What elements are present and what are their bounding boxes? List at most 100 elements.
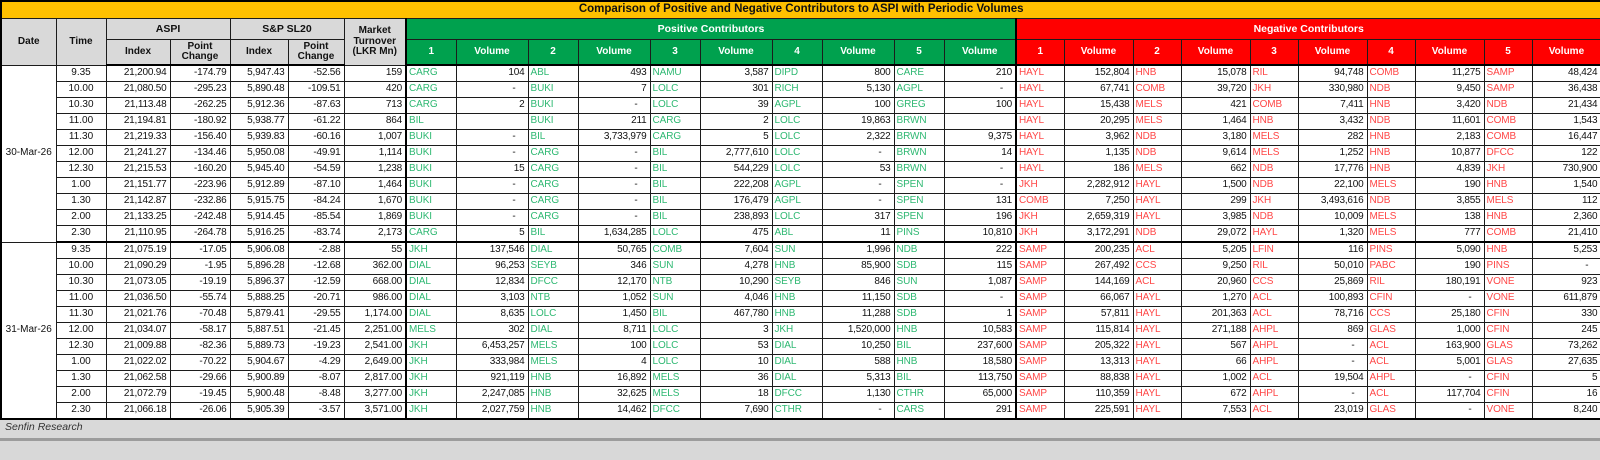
- positive-ticker-cell: MELS: [528, 355, 578, 371]
- negative-volume-cell: 1,252: [1298, 146, 1367, 162]
- negative-ticker-cell: NDB: [1250, 162, 1298, 178]
- time-cell: 1.00: [56, 178, 106, 194]
- positive-volume-cell: 7: [578, 82, 650, 98]
- positive-ticker-cell: BUKI: [528, 114, 578, 130]
- table-row: 2.3021,066.18-26.065,905.39-3.573,571.00…: [1, 403, 1600, 420]
- positive-ticker-cell: GREG: [894, 98, 944, 114]
- negative-volume-cell: 25,869: [1298, 275, 1367, 291]
- positive-volume-cell: 14,462: [578, 403, 650, 420]
- positive-ticker-cell: LOLC: [772, 130, 822, 146]
- positive-volume-cell: 16,892: [578, 371, 650, 387]
- negative-ticker-cell: CCS: [1367, 307, 1415, 323]
- negative-ticker-cell: DFCC: [1484, 146, 1532, 162]
- negative-volume-cell: 190: [1415, 259, 1484, 275]
- positive-volume-cell: 1,087: [944, 275, 1016, 291]
- negative-volume-cell: 5,205: [1181, 242, 1250, 259]
- date-label: 31-Mar-26: [1, 242, 56, 419]
- negative-volume-2: Volume: [1181, 40, 1250, 66]
- negative-ticker-cell: ACL: [1133, 275, 1181, 291]
- positive-volume-cell: 10,290: [700, 275, 772, 291]
- positive-ticker-cell: DIAL: [772, 339, 822, 355]
- positive-volume-cell: 50,765: [578, 242, 650, 259]
- negative-volume-cell: 205,322: [1064, 339, 1133, 355]
- aspi-index-cell: 21,034.07: [106, 323, 170, 339]
- negative-volume-cell: 7,411: [1298, 98, 1367, 114]
- positive-volume-cell: -: [822, 194, 894, 210]
- positive-volume-cell: 467,780: [700, 307, 772, 323]
- negative-ticker-cell: JKH: [1250, 194, 1298, 210]
- negative-ticker-cell: SAMP: [1484, 82, 1532, 98]
- positive-ticker-cell: LOLC: [528, 307, 578, 323]
- negative-ticker-cell: JKH: [1016, 178, 1064, 194]
- negative-ticker-cell: HNB: [1367, 98, 1415, 114]
- negative-volume-cell: 50,010: [1298, 259, 1367, 275]
- negative-ticker-cell: NDB: [1250, 210, 1298, 226]
- negative-volume-cell: 112: [1532, 194, 1600, 210]
- col-header-sp-change: Point Change: [288, 40, 344, 66]
- positive-volume-cell: 238,893: [700, 210, 772, 226]
- negative-volume-cell: 4,839: [1415, 162, 1484, 178]
- negative-ticker-cell: SAMP: [1016, 259, 1064, 275]
- negative-ticker-cell: HAYL: [1133, 178, 1181, 194]
- col-header-turnover: Market Turnover (LKR Mn): [344, 19, 406, 66]
- negative-ticker-cell: HAYL: [1133, 194, 1181, 210]
- negative-ticker-cell: ACL: [1133, 242, 1181, 259]
- negative-volume-cell: 299: [1181, 194, 1250, 210]
- positive-volume-cell: 53: [700, 339, 772, 355]
- sp-index-cell: 5,912.89: [230, 178, 288, 194]
- positive-volume-cell: -: [944, 82, 1016, 98]
- positive-volume-cell: 176,479: [700, 194, 772, 210]
- positive-ticker-cell: SDB: [894, 291, 944, 307]
- negative-volume-cell: 3,855: [1415, 194, 1484, 210]
- positive-volume-cell: -: [578, 146, 650, 162]
- sp-index-cell: 5,889.73: [230, 339, 288, 355]
- positive-ticker-cell: DIAL: [406, 307, 456, 323]
- time-cell: 10.00: [56, 259, 106, 275]
- time-cell: 12.30: [56, 162, 106, 178]
- positive-volume-cell: 301: [700, 82, 772, 98]
- positive-ticker-cell: DIAL: [528, 323, 578, 339]
- positive-volume-cell: -: [822, 178, 894, 194]
- negative-ticker-cell: VONE: [1484, 403, 1532, 420]
- sp-index-cell: 5,904.67: [230, 355, 288, 371]
- sp-index-cell: 5,906.08: [230, 242, 288, 259]
- negative-ticker-cell: MELS: [1367, 226, 1415, 243]
- positive-volume-cell: 11,150: [822, 291, 894, 307]
- positive-volume-cell: -: [578, 210, 650, 226]
- aspi-point-change-cell: -19.19: [170, 275, 230, 291]
- aspi-point-change-cell: -82.36: [170, 339, 230, 355]
- positive-rank-1: 1: [406, 40, 456, 66]
- negative-volume-cell: 13,313: [1064, 355, 1133, 371]
- positive-ticker-cell: LOLC: [650, 355, 700, 371]
- positive-ticker-cell: BUKI: [406, 130, 456, 146]
- negative-volume-cell: 11,275: [1415, 65, 1484, 82]
- sp-index-cell: 5,887.51: [230, 323, 288, 339]
- negative-ticker-cell: HNB: [1367, 130, 1415, 146]
- negative-ticker-cell: COMB: [1367, 65, 1415, 82]
- negative-volume-cell: 869: [1298, 323, 1367, 339]
- positive-ticker-cell: LOLC: [650, 82, 700, 98]
- negative-volume-cell: 245: [1532, 323, 1600, 339]
- aspi-index-cell: 21,009.88: [106, 339, 170, 355]
- negative-ticker-cell: HAYL: [1016, 114, 1064, 130]
- positive-ticker-cell: LOLC: [650, 339, 700, 355]
- positive-ticker-cell: BUKI: [406, 210, 456, 226]
- table-row: 1.3021,142.87-232.865,915.75-84.241,670B…: [1, 194, 1600, 210]
- positive-ticker-cell: LOLC: [650, 226, 700, 243]
- positive-volume-cell: -: [578, 98, 650, 114]
- negative-ticker-cell: HAYL: [1016, 162, 1064, 178]
- sp-index-cell: 5,947.43: [230, 65, 288, 82]
- positive-volume-cell: 96,253: [456, 259, 528, 275]
- sp-index-cell: 5,890.48: [230, 82, 288, 98]
- positive-volume-cell: 2: [456, 98, 528, 114]
- positive-ticker-cell: LOLC: [650, 323, 700, 339]
- negative-ticker-cell: SAMP: [1016, 403, 1064, 420]
- negative-ticker-cell: VONE: [1484, 291, 1532, 307]
- negative-volume-cell: 5,253: [1532, 242, 1600, 259]
- negative-volume-cell: 3,432: [1298, 114, 1367, 130]
- negative-volume-cell: 1,540: [1532, 178, 1600, 194]
- positive-ticker-cell: DIPD: [772, 65, 822, 82]
- positive-volume-cell: 104: [456, 65, 528, 82]
- positive-volume-cell: 12,170: [578, 275, 650, 291]
- negative-volume-cell: 730,900: [1532, 162, 1600, 178]
